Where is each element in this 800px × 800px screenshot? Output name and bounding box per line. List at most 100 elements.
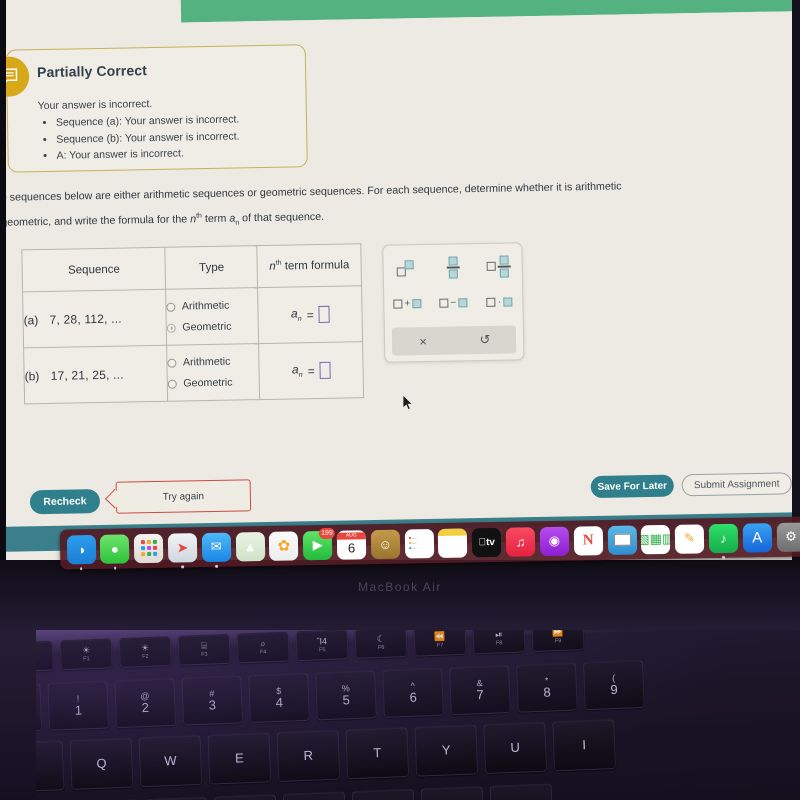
- key-5[interactable]: % 5: [315, 670, 377, 721]
- dock-item-reminders[interactable]: ●— ●— ●—: [402, 527, 435, 561]
- key-7[interactable]: & 7: [449, 665, 511, 716]
- radio-option-arithmetic-b[interactable]: Arithmetic: [167, 351, 259, 374]
- dock-item-apple-tv[interactable]: tv: [470, 525, 503, 559]
- key-blank-3[interactable]: [213, 794, 278, 800]
- spotify-icon[interactable]: ♪: [708, 523, 739, 553]
- key-3[interactable]: #3: [181, 675, 244, 726]
- feedback-list-item: A: Your answer is incorrect.: [56, 143, 300, 164]
- key-f6[interactable]: ☾ F6: [354, 626, 408, 659]
- dock-item-messages[interactable]: ●: [98, 532, 131, 570]
- key-8[interactable]: * 8: [515, 662, 578, 713]
- dock-item-safari[interactable]: ➤: [166, 531, 199, 568]
- news-icon[interactable]: N: [573, 525, 603, 556]
- key-f5[interactable]: Ἲ4 F5: [295, 629, 349, 662]
- multiplication-icon[interactable]: ·: [476, 287, 523, 316]
- radio-option-geometric-a[interactable]: Geometric: [167, 316, 258, 339]
- app-store-icon[interactable]: A: [742, 522, 772, 553]
- dock-item-system-settings[interactable]: ⚙: [774, 520, 800, 554]
- numbers-icon[interactable]: ▧▦▥: [641, 524, 671, 554]
- dock-item-numbers[interactable]: ▧▦▥: [639, 522, 672, 556]
- answer-input-a[interactable]: [318, 305, 330, 323]
- key-j[interactable]: J: [420, 786, 485, 800]
- maps-icon[interactable]: ▲: [235, 531, 265, 561]
- dock-item-notes[interactable]: [436, 526, 469, 560]
- radio-button-icon[interactable]: [166, 302, 176, 312]
- system-settings-icon[interactable]: ⚙: [776, 522, 800, 552]
- key-blank-4[interactable]: [282, 791, 347, 800]
- table-row: (a) 7, 28, 112, ... Arithmetic Geometric: [22, 285, 363, 348]
- answer-input-b[interactable]: [319, 361, 331, 379]
- keynote-icon[interactable]: [607, 525, 637, 555]
- photos-icon[interactable]: ✿: [269, 530, 299, 561]
- key-t[interactable]: T: [345, 726, 410, 780]
- dock-item-podcasts[interactable]: ◉: [538, 524, 571, 558]
- key-9[interactable]: (9: [582, 659, 645, 711]
- save-for-later-button[interactable]: Save For Later: [590, 474, 674, 499]
- launchpad-icon[interactable]: [133, 533, 164, 563]
- radio-button-icon[interactable]: [167, 358, 177, 368]
- key-6[interactable]: ^ 6: [382, 667, 444, 718]
- addition-icon[interactable]: +: [384, 289, 431, 318]
- clear-button[interactable]: ×: [392, 327, 455, 356]
- dock-item-music[interactable]: ♫: [504, 525, 537, 559]
- notes-icon[interactable]: [438, 527, 468, 558]
- subtraction-icon[interactable]: −: [430, 288, 477, 317]
- key-f2[interactable]: ☀ F2: [118, 636, 172, 668]
- feedback-callout: Partially Correct Your answer is incorre…: [0, 44, 308, 173]
- dock-item-calendar[interactable]: AUG 6: [335, 528, 368, 562]
- reminders-icon[interactable]: ●— ●— ●—: [404, 528, 434, 559]
- mixed-fraction-icon[interactable]: [475, 252, 522, 281]
- key-y[interactable]: Y: [414, 724, 479, 777]
- screen-bezel-left: [0, 0, 6, 570]
- mail-icon[interactable]: ✉: [201, 532, 232, 562]
- key-f4[interactable]: ⌕ F4: [236, 631, 290, 664]
- dock-item-maps[interactable]: ▲: [233, 529, 266, 563]
- submit-assignment-button[interactable]: Submit Assignment: [681, 472, 792, 497]
- key-r[interactable]: R: [276, 729, 341, 782]
- contacts-icon[interactable]: ☺: [370, 529, 401, 559]
- formula-label-b: an: [291, 362, 303, 380]
- prompt-line-2b: term: [201, 212, 230, 226]
- dock-item-keynote[interactable]: [605, 523, 638, 557]
- radio-option-arithmetic-a[interactable]: Arithmetic: [166, 295, 258, 318]
- recheck-button[interactable]: Recheck: [29, 489, 101, 515]
- radio-button-icon[interactable]: [167, 323, 177, 333]
- key-f3[interactable]: ⌸ F3: [177, 633, 231, 666]
- radio-option-geometric-b[interactable]: Geometric: [168, 372, 259, 395]
- dock-item-contacts[interactable]: ☺: [369, 527, 402, 561]
- dock-item-spotify[interactable]: ♪: [707, 521, 740, 559]
- superscript-icon[interactable]: [383, 254, 430, 283]
- dock-item-finder[interactable]: ◑: [64, 532, 97, 570]
- dock-item-facetime[interactable]: ▶ 199: [301, 527, 335, 562]
- finder-icon[interactable]: ◑: [66, 534, 96, 564]
- key-u[interactable]: U: [483, 721, 548, 775]
- music-icon[interactable]: ♫: [505, 526, 536, 557]
- dock-item-app-store[interactable]: A: [740, 521, 773, 555]
- dock-running-indicator: [113, 566, 117, 570]
- key-q[interactable]: Q: [69, 737, 134, 790]
- dock-item-launchpad[interactable]: [132, 531, 165, 565]
- key-h[interactable]: H: [351, 788, 416, 800]
- messages-icon[interactable]: ●: [100, 533, 130, 564]
- dock-item-news[interactable]: N: [571, 524, 604, 558]
- podcasts-icon[interactable]: ◉: [539, 526, 570, 556]
- undo-button[interactable]: ↺: [454, 325, 517, 354]
- safari-icon[interactable]: ➤: [167, 532, 198, 563]
- key-k[interactable]: K: [489, 783, 554, 800]
- fraction-icon[interactable]: [429, 253, 476, 282]
- key-w[interactable]: W: [138, 734, 203, 788]
- key-i[interactable]: I: [552, 719, 617, 772]
- dock-item-photos[interactable]: ✿: [267, 529, 300, 563]
- apple-tv-icon[interactable]: tv: [471, 527, 502, 557]
- pages-icon[interactable]: ✎: [674, 523, 705, 554]
- dock-running-indicator: [181, 565, 184, 568]
- dock-item-mail[interactable]: ✉: [199, 530, 232, 568]
- key-4[interactable]: $4: [248, 672, 310, 724]
- key-1[interactable]: ! 1: [47, 680, 110, 731]
- key-2[interactable]: @2: [114, 677, 177, 729]
- calendar-icon[interactable]: AUG 6: [336, 529, 367, 560]
- dock-item-pages[interactable]: ✎: [673, 522, 706, 556]
- radio-button-icon[interactable]: [168, 379, 178, 389]
- key-f1[interactable]: ☀ F1: [59, 638, 113, 671]
- key-e[interactable]: E: [207, 732, 272, 785]
